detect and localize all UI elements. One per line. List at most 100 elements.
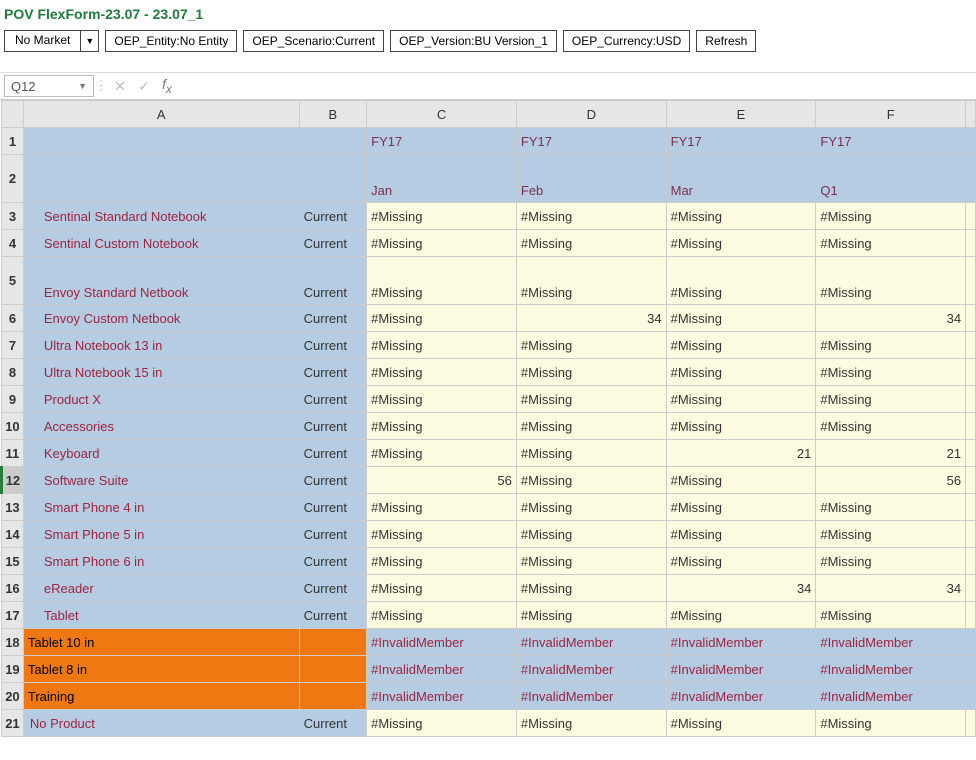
cell-F10[interactable]: #Missing [816, 413, 966, 440]
cell-F21[interactable]: #Missing [816, 710, 966, 737]
cell-D1[interactable]: FY17 [516, 128, 666, 155]
pov-market-dropdown[interactable]: No Market ▼ [4, 30, 99, 52]
row-header-14[interactable]: 14 [2, 521, 24, 548]
cell-G11[interactable] [966, 440, 976, 467]
cell-E3[interactable]: #Missing [666, 203, 816, 230]
row-header-6[interactable]: 6 [2, 305, 24, 332]
cell-G19[interactable] [966, 656, 976, 683]
cell-F15[interactable]: #Missing [816, 548, 966, 575]
cell-G21[interactable] [966, 710, 976, 737]
cell-A14[interactable]: Smart Phone 5 in [23, 521, 299, 548]
row-header-19[interactable]: 19 [2, 656, 24, 683]
cell-G20[interactable] [966, 683, 976, 710]
cell-C15[interactable]: #Missing [367, 548, 517, 575]
cell-F11[interactable]: 21 [816, 440, 966, 467]
cell-G17[interactable] [966, 602, 976, 629]
cell-A5[interactable]: Envoy Standard Netbook [23, 257, 299, 305]
cell-A2[interactable] [23, 155, 299, 203]
cell-F8[interactable]: #Missing [816, 359, 966, 386]
cell-E2[interactable]: Mar [666, 155, 816, 203]
cell-G14[interactable] [966, 521, 976, 548]
cell-A7[interactable]: Ultra Notebook 13 in [23, 332, 299, 359]
cell-C14[interactable]: #Missing [367, 521, 517, 548]
row-header-8[interactable]: 8 [2, 359, 24, 386]
pov-currency-chip[interactable]: OEP_Currency:USD [563, 30, 690, 52]
cell-F5[interactable]: #Missing [816, 257, 966, 305]
cell-G12[interactable] [966, 467, 976, 494]
cell-G8[interactable] [966, 359, 976, 386]
row-header-12[interactable]: 12 [2, 467, 24, 494]
col-header-A[interactable]: A [23, 101, 299, 128]
select-all-corner[interactable] [2, 101, 24, 128]
row-header-2[interactable]: 2 [2, 155, 24, 203]
cell-A17[interactable]: Tablet [23, 602, 299, 629]
cell-F14[interactable]: #Missing [816, 521, 966, 548]
cell-F2[interactable]: Q1 [816, 155, 966, 203]
cell-C21[interactable]: #Missing [367, 710, 517, 737]
cell-G2[interactable] [966, 155, 976, 203]
cell-B14[interactable]: Current [299, 521, 367, 548]
cell-G5[interactable] [966, 257, 976, 305]
cell-B17[interactable]: Current [299, 602, 367, 629]
cell-A12[interactable]: Software Suite [23, 467, 299, 494]
cell-E9[interactable]: #Missing [666, 386, 816, 413]
col-header-C[interactable]: C [367, 101, 517, 128]
cell-E1[interactable]: FY17 [666, 128, 816, 155]
cell-E8[interactable]: #Missing [666, 359, 816, 386]
cell-F9[interactable]: #Missing [816, 386, 966, 413]
cell-A3[interactable]: Sentinal Standard Notebook [23, 203, 299, 230]
row-header-3[interactable]: 3 [2, 203, 24, 230]
cell-C11[interactable]: #Missing [367, 440, 517, 467]
spreadsheet-grid[interactable]: A B C D E F 1 FY17 FY17 FY17 FY17 2 Jan … [0, 100, 976, 737]
cell-B2[interactable] [299, 155, 367, 203]
cell-C8[interactable]: #Missing [367, 359, 517, 386]
pov-entity-chip[interactable]: OEP_Entity:No Entity [105, 30, 237, 52]
cell-F7[interactable]: #Missing [816, 332, 966, 359]
cell-E16[interactable]: 34 [666, 575, 816, 602]
cell-E15[interactable]: #Missing [666, 548, 816, 575]
cell-D2[interactable]: Feb [516, 155, 666, 203]
cell-C7[interactable]: #Missing [367, 332, 517, 359]
col-header-B[interactable]: B [299, 101, 367, 128]
cell-B15[interactable]: Current [299, 548, 367, 575]
cell-G18[interactable] [966, 629, 976, 656]
cell-F13[interactable]: #Missing [816, 494, 966, 521]
cell-F1[interactable]: FY17 [816, 128, 966, 155]
row-header-13[interactable]: 13 [2, 494, 24, 521]
cell-D17[interactable]: #Missing [516, 602, 666, 629]
cell-D12[interactable]: #Missing [516, 467, 666, 494]
cell-E11[interactable]: 21 [666, 440, 816, 467]
cell-C20[interactable]: #InvalidMember [367, 683, 517, 710]
cell-D21[interactable]: #Missing [516, 710, 666, 737]
cell-B21[interactable]: Current [299, 710, 367, 737]
pov-version-chip[interactable]: OEP_Version:BU Version_1 [390, 30, 557, 52]
row-header-18[interactable]: 18 [2, 629, 24, 656]
cell-C9[interactable]: #Missing [367, 386, 517, 413]
row-header-20[interactable]: 20 [2, 683, 24, 710]
cell-E10[interactable]: #Missing [666, 413, 816, 440]
cell-A1[interactable] [23, 128, 299, 155]
cell-D13[interactable]: #Missing [516, 494, 666, 521]
cell-A9[interactable]: Product X [23, 386, 299, 413]
cell-D4[interactable]: #Missing [516, 230, 666, 257]
col-header-E[interactable]: E [666, 101, 816, 128]
cell-E14[interactable]: #Missing [666, 521, 816, 548]
col-header-G[interactable] [966, 101, 976, 128]
cell-D14[interactable]: #Missing [516, 521, 666, 548]
cell-D11[interactable]: #Missing [516, 440, 666, 467]
cell-A21[interactable]: No Product [23, 710, 299, 737]
row-header-21[interactable]: 21 [2, 710, 24, 737]
cell-B13[interactable]: Current [299, 494, 367, 521]
cell-C5[interactable]: #Missing [367, 257, 517, 305]
cell-E19[interactable]: #InvalidMember [666, 656, 816, 683]
cell-B19[interactable] [299, 656, 367, 683]
cell-D3[interactable]: #Missing [516, 203, 666, 230]
cell-D15[interactable]: #Missing [516, 548, 666, 575]
cell-E6[interactable]: #Missing [666, 305, 816, 332]
cell-C13[interactable]: #Missing [367, 494, 517, 521]
cell-B8[interactable]: Current [299, 359, 367, 386]
cell-E5[interactable]: #Missing [666, 257, 816, 305]
cell-A15[interactable]: Smart Phone 6 in [23, 548, 299, 575]
cell-C17[interactable]: #Missing [367, 602, 517, 629]
cell-D5[interactable]: #Missing [516, 257, 666, 305]
